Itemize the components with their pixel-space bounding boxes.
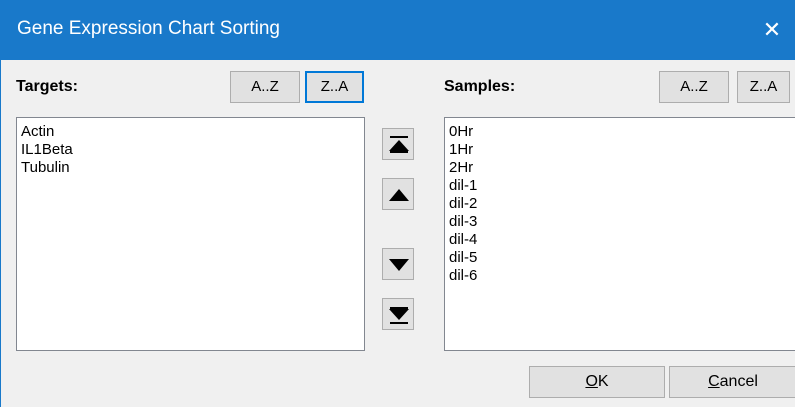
cancel-mnemonic: C: [708, 373, 720, 390]
move-to-bottom-button[interactable]: [382, 298, 414, 330]
samples-list-item[interactable]: dil-3: [449, 213, 795, 231]
samples-list[interactable]: 0Hr 1Hr 2Hr dil-1 dil-2 dil-3 dil-4 dil-5 dil-6: [444, 117, 795, 351]
ok-label-rest: K: [597, 373, 609, 390]
dialog-title: Gene Expression Chart Sorting: [17, 18, 280, 39]
cancel-label-rest: ancel: [719, 373, 758, 390]
samples-list-item[interactable]: 0Hr: [449, 123, 795, 141]
move-up-button[interactable]: [382, 178, 414, 210]
targets-list[interactable]: Actin IL1Beta Tubulin: [16, 117, 365, 351]
targets-list-item[interactable]: Actin: [21, 123, 364, 141]
samples-list-item[interactable]: dil-5: [449, 249, 795, 267]
samples-list-item[interactable]: dil-4: [449, 231, 795, 249]
targets-list-item[interactable]: Tubulin: [21, 159, 364, 177]
move-down-button[interactable]: [382, 248, 414, 280]
close-icon: ✕: [762, 17, 782, 42]
samples-list-item[interactable]: dil-2: [449, 195, 795, 213]
cancel-button[interactable]: Cancel: [669, 366, 795, 398]
move-down-icon: [389, 259, 409, 271]
targets-sort-za-button[interactable]: Z..A: [305, 71, 364, 103]
targets-list-item[interactable]: IL1Beta: [21, 141, 364, 159]
move-to-top-button[interactable]: [382, 128, 414, 160]
move-up-icon: [389, 189, 409, 201]
close-button[interactable]: ✕: [749, 0, 795, 60]
targets-label: Targets:: [16, 78, 78, 95]
ok-button[interactable]: OK: [529, 366, 665, 398]
samples-sort-za-button[interactable]: Z..A: [737, 71, 790, 103]
move-to-top-icon: [389, 136, 409, 153]
samples-label: Samples:: [444, 78, 516, 95]
move-to-bottom-icon: [389, 307, 409, 324]
samples-list-item[interactable]: dil-6: [449, 267, 795, 285]
ok-mnemonic: O: [585, 373, 598, 390]
samples-list-item[interactable]: 2Hr: [449, 159, 795, 177]
samples-list-item[interactable]: dil-1: [449, 177, 795, 195]
title-bar: Gene Expression Chart Sorting ✕: [1, 0, 795, 60]
targets-sort-az-button[interactable]: A..Z: [230, 71, 300, 103]
samples-list-item[interactable]: 1Hr: [449, 141, 795, 159]
sorting-dialog: Gene Expression Chart Sorting ✕ Targets:…: [0, 0, 795, 407]
samples-sort-az-button[interactable]: A..Z: [659, 71, 729, 103]
